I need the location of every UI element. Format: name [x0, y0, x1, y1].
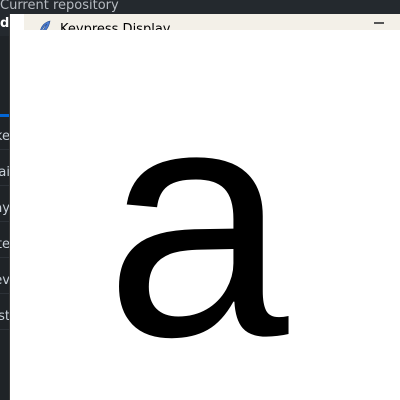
sidebar-item-label: ay [0, 201, 10, 216]
sidebar-item-label: ev [0, 273, 10, 288]
current-repository-header[interactable]: Current repository [0, 0, 400, 14]
keypress-canvas: a [10, 30, 400, 400]
window-title: Keypress Display [60, 22, 171, 30]
sidebar-item[interactable]: ay [0, 199, 10, 222]
sidebar-item-label: ke [0, 129, 10, 144]
sidebar-item[interactable]: ev [0, 271, 10, 294]
keypress-display-window[interactable]: Keypress Display a [10, 14, 400, 400]
sidebar-item-label: ai [0, 165, 10, 180]
feather-icon [40, 20, 51, 30]
tab-active-indicator [0, 114, 10, 117]
sidebar-item-label: st [0, 309, 10, 324]
sidebar-item[interactable]: te [0, 235, 10, 258]
sidebar-item[interactable]: ai [0, 163, 10, 186]
window-titlebar[interactable]: Keypress Display [24, 14, 400, 30]
background-sidebar: ke ai ay te ev st [0, 36, 10, 400]
sidebar-item[interactable]: ke [0, 127, 10, 150]
sidebar-item-label: te [0, 237, 10, 252]
current-repository-label: Current repository [0, 0, 119, 13]
pressed-key-glyph: a [105, 36, 289, 400]
screen: Current repository dla ke ai ay te ev st [0, 0, 400, 400]
minimize-icon[interactable] [374, 22, 384, 24]
sidebar-item[interactable]: st [0, 307, 10, 330]
